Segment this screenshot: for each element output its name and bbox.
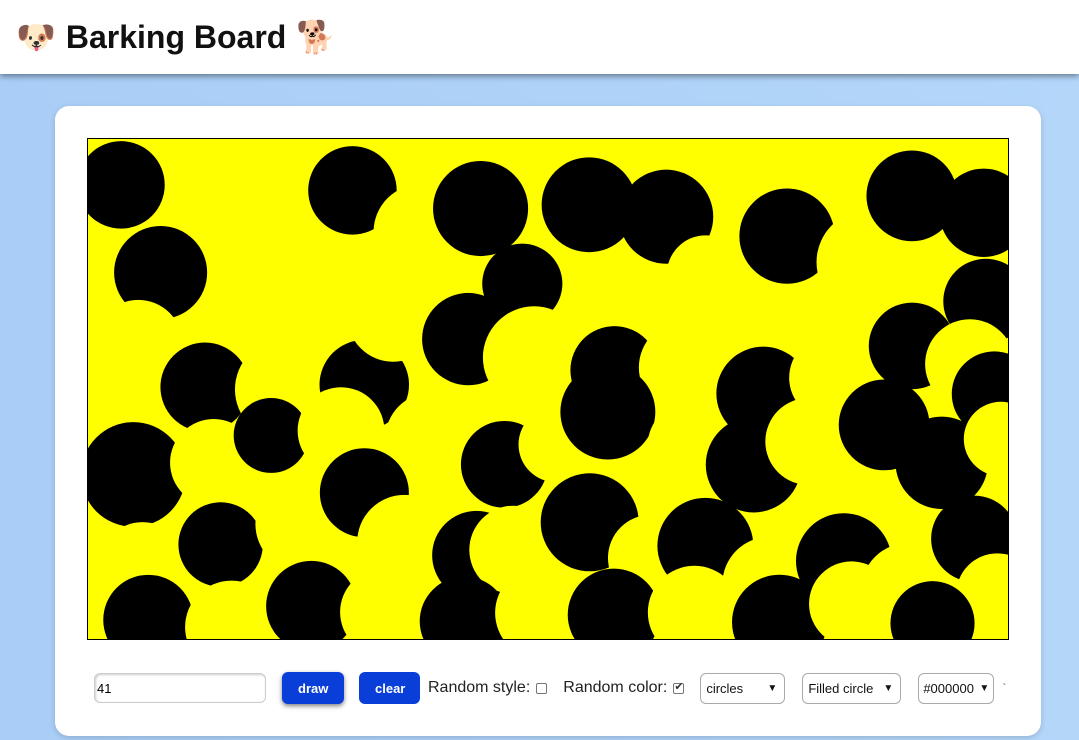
black-circle	[560, 364, 656, 460]
yellow-circle	[185, 580, 279, 639]
shape-select-value: circles	[706, 680, 744, 696]
chevron-down-icon: ▼	[767, 682, 778, 694]
canvas-svg[interactable]	[88, 139, 1008, 639]
page-title: 🐶 Barking Board 🐕	[16, 18, 336, 56]
yellow-circle	[666, 235, 745, 313]
shape-count-input[interactable]	[94, 673, 266, 703]
style-select-value: Filled circle	[808, 680, 874, 696]
draw-button[interactable]: draw	[282, 672, 344, 704]
black-circle	[88, 422, 186, 527]
app-header: 🐶 Barking Board 🐕	[0, 0, 1079, 74]
trailing-mark: `	[1002, 681, 1007, 695]
random-style-label: Random style:	[428, 679, 531, 696]
black-circle	[88, 141, 165, 229]
style-select[interactable]: Filled circle ▼	[802, 672, 902, 704]
dog-face-icon: 🐶	[16, 18, 56, 56]
random-color-checkbox[interactable]	[673, 680, 685, 694]
drawing-canvas[interactable]	[87, 138, 1009, 640]
random-style-checkbox[interactable]	[536, 682, 548, 694]
yellow-circle	[765, 397, 853, 486]
shape-select[interactable]: circles ▼	[700, 672, 786, 704]
color-select[interactable]: #000000 ▼	[918, 672, 995, 704]
yellow-circle	[227, 250, 310, 333]
chevron-down-icon: ▼	[979, 682, 990, 694]
random-color-label: Random color:	[563, 679, 668, 696]
chevron-down-icon: ▼	[883, 682, 894, 694]
controls-bar: draw clear Random style: Random color: c…	[94, 670, 1014, 706]
black-circle	[433, 161, 529, 257]
clear-button[interactable]: clear	[359, 672, 420, 704]
app-title-text: Barking Board	[65, 18, 287, 55]
black-circle	[233, 398, 309, 473]
black-circle	[178, 502, 263, 587]
color-select-value: #000000	[923, 680, 974, 696]
dog-icon: 🐕	[296, 18, 337, 56]
